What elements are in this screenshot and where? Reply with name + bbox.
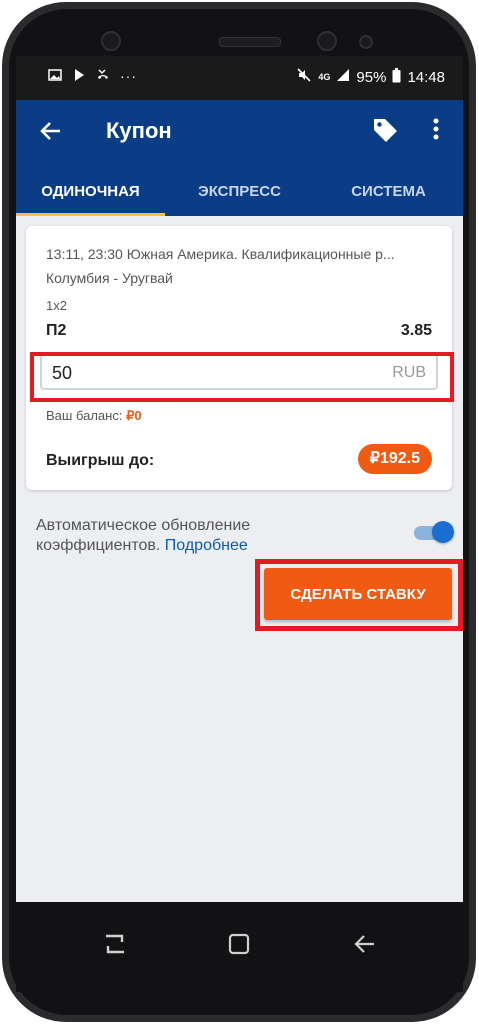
auto-update-toggle[interactable]: [414, 521, 454, 543]
balance-value: ₽0: [126, 408, 142, 423]
system-back-icon: [354, 935, 374, 953]
screen: ··· 4G 95% 14:48 Купон ОДИНОЧНАЯ ЭКСПРЕС…: [16, 56, 463, 902]
recent-apps-button[interactable]: [100, 932, 130, 958]
status-left-icons: ···: [48, 68, 137, 85]
stake-highlight-frame: [30, 352, 454, 402]
page-title: Купон: [106, 118, 172, 143]
status-bar: ··· 4G 95% 14:48: [16, 56, 463, 100]
place-bet-button[interactable]: СДЕЛАТЬ СТАВКУ: [264, 568, 452, 620]
missed-call-icon: [96, 68, 110, 85]
front-camera: [317, 31, 337, 51]
arrow-left-icon: [40, 122, 60, 140]
mute-icon: [296, 67, 312, 87]
network-type: 4G: [318, 72, 331, 82]
tab-single[interactable]: ОДИНОЧНАЯ: [16, 172, 165, 216]
app-bar: Купон: [16, 100, 463, 172]
front-sensor: [101, 31, 121, 51]
battery-percent: 95%: [356, 68, 387, 86]
overflow-menu-button[interactable]: [426, 118, 446, 148]
bet-type-tabs: ОДИНОЧНАЯ ЭКСПРЕСС СИСТЕМА: [16, 172, 463, 216]
system-back-button[interactable]: [350, 932, 380, 958]
toggle-knob: [432, 521, 454, 543]
match-teams: Колумбия - Уругвай: [46, 270, 173, 286]
tag-icon: [374, 119, 397, 142]
win-amount-badge: ₽192.5: [357, 444, 432, 474]
market-name: 1x2: [46, 298, 67, 313]
outcome-label: П2: [46, 322, 67, 339]
back-button[interactable]: [38, 118, 66, 146]
promo-tag-button[interactable]: [371, 116, 399, 149]
tab-express[interactable]: ЭКСПРЕСС: [165, 172, 314, 216]
signal-icon: [336, 68, 350, 86]
event-line: 13:11, 23:30 Южная Америка. Квалификацио…: [46, 246, 395, 262]
home-icon: [228, 933, 250, 955]
clock: 14:48: [407, 68, 445, 86]
balance-info: Ваш баланс: ₽0: [46, 408, 142, 424]
recent-apps-icon: [106, 934, 124, 954]
odds-value: 3.85: [400, 322, 432, 339]
balance-label: Ваш баланс:: [46, 408, 123, 423]
image-icon: [48, 68, 62, 85]
win-label: Выигрыш до:: [46, 452, 155, 469]
earpiece-speaker: [219, 37, 281, 47]
more-dots-icon: ···: [120, 68, 137, 84]
proximity-sensor: [359, 35, 373, 49]
auto-update-text: Автоматическое обновление коэффициентов.…: [36, 516, 366, 556]
status-right: 4G 95% 14:48: [296, 67, 445, 87]
tab-system[interactable]: СИСТЕМА: [314, 172, 463, 216]
more-vertical-icon: [433, 118, 439, 140]
battery-icon: [392, 67, 401, 87]
more-info-link[interactable]: Подробнее: [165, 537, 248, 554]
play-store-icon: [72, 68, 86, 85]
home-button[interactable]: [224, 932, 254, 958]
system-nav-bar: [16, 902, 463, 992]
